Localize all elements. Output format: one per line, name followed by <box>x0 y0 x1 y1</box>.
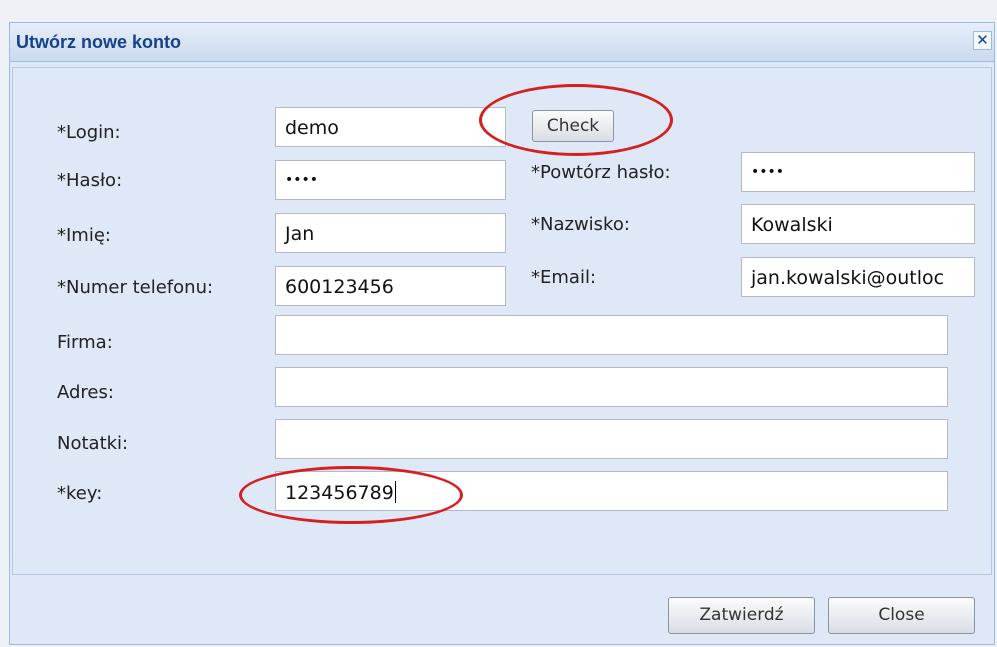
confirm-button[interactable]: Zatwierdź <box>668 597 815 634</box>
close-icon[interactable]: ✕ <box>973 31 992 50</box>
screen: Utwórz nowe konto ✕ *Login: demo Check *… <box>0 0 997 647</box>
first-name-label: *Imię: <box>57 225 111 246</box>
email-label: *Email: <box>531 267 597 288</box>
password-label: *Hasło: <box>57 170 123 191</box>
phone-input[interactable]: 600123456 <box>275 266 506 306</box>
company-label: Firma: <box>57 332 113 353</box>
key-value: 123456789 <box>285 482 394 504</box>
close-button[interactable]: Close <box>828 597 975 634</box>
address-label: Adres: <box>57 382 114 403</box>
repeat-password-label: *Powtórz hasło: <box>531 162 671 183</box>
dialog-titlebar[interactable]: Utwórz nowe konto ✕ <box>10 23 994 62</box>
repeat-password-input[interactable]: •••• <box>741 152 975 192</box>
company-input[interactable] <box>275 315 948 355</box>
form-panel: *Login: demo Check *Hasło: •••• *Powtórz… <box>12 67 992 575</box>
key-label: *key: <box>57 483 103 504</box>
notes-label: Notatki: <box>57 433 129 454</box>
phone-label: *Numer telefonu: <box>57 277 214 298</box>
first-name-input[interactable]: Jan <box>275 213 506 253</box>
last-name-input[interactable]: Kowalski <box>741 204 975 244</box>
text-caret <box>394 481 396 503</box>
address-input[interactable] <box>275 367 948 407</box>
create-account-dialog: Utwórz nowe konto ✕ *Login: demo Check *… <box>9 22 995 645</box>
password-input[interactable]: •••• <box>275 160 506 200</box>
check-button[interactable]: Check <box>532 110 614 142</box>
login-input[interactable]: demo <box>275 107 506 147</box>
login-label: *Login: <box>57 122 121 143</box>
key-input[interactable]: 123456789 <box>275 471 948 511</box>
notes-input[interactable] <box>275 419 948 459</box>
dialog-title: Utwórz nowe konto <box>16 32 181 52</box>
last-name-label: *Nazwisko: <box>531 214 630 235</box>
email-input[interactable]: jan.kowalski@outloc <box>741 257 975 297</box>
